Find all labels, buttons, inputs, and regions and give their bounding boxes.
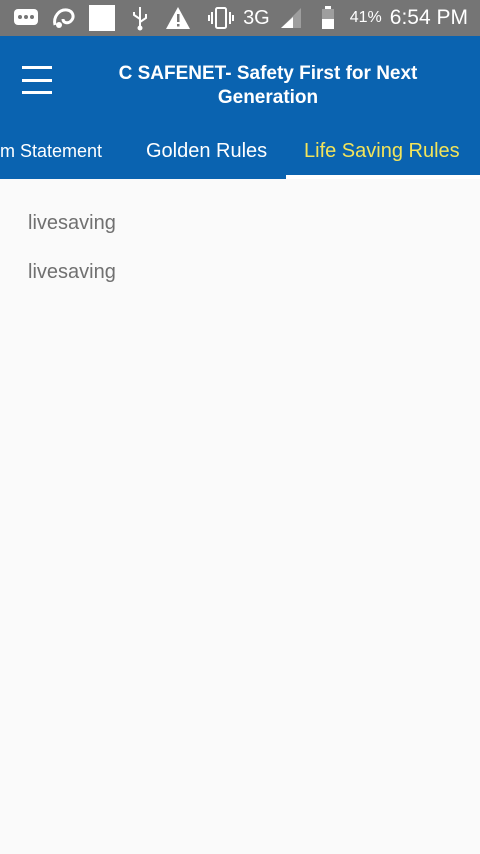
- clock: 6:54 PM: [389, 6, 468, 29]
- tab-golden-rules[interactable]: Golden Rules: [146, 124, 267, 179]
- status-bar: 3G 41% 6:54 PM: [0, 0, 480, 36]
- vibrate-icon: [207, 4, 235, 32]
- tab-life-saving-rules[interactable]: Life Saving Rules: [304, 124, 460, 179]
- message-icon: [12, 4, 40, 32]
- menu-button[interactable]: [22, 62, 62, 98]
- tab-bar: em Statement Golden Rules Life Saving Ru…: [0, 124, 480, 179]
- app-bar: C SAFENET- Safety First for Next Generat…: [0, 36, 480, 124]
- usb-icon: [126, 4, 154, 32]
- list-item[interactable]: livesaving: [0, 248, 480, 297]
- warning-icon: [164, 4, 192, 32]
- network-type: 3G: [243, 6, 270, 29]
- status-bar-right: 3G 41% 6:54 PM: [207, 4, 480, 32]
- battery-icon: [314, 4, 342, 32]
- status-bar-left: [0, 4, 192, 32]
- tab-statement[interactable]: em Statement: [0, 124, 102, 179]
- rules-list: livesaving livesaving: [0, 179, 480, 297]
- hamburger-icon: [22, 66, 52, 69]
- white-square-icon: [88, 4, 116, 32]
- signal-icon: [278, 4, 306, 32]
- list-item[interactable]: livesaving: [0, 199, 480, 248]
- battery-percent: 41%: [349, 9, 382, 26]
- page-title: C SAFENET- Safety First for Next Generat…: [118, 63, 418, 108]
- uc-browser-icon: [50, 4, 78, 32]
